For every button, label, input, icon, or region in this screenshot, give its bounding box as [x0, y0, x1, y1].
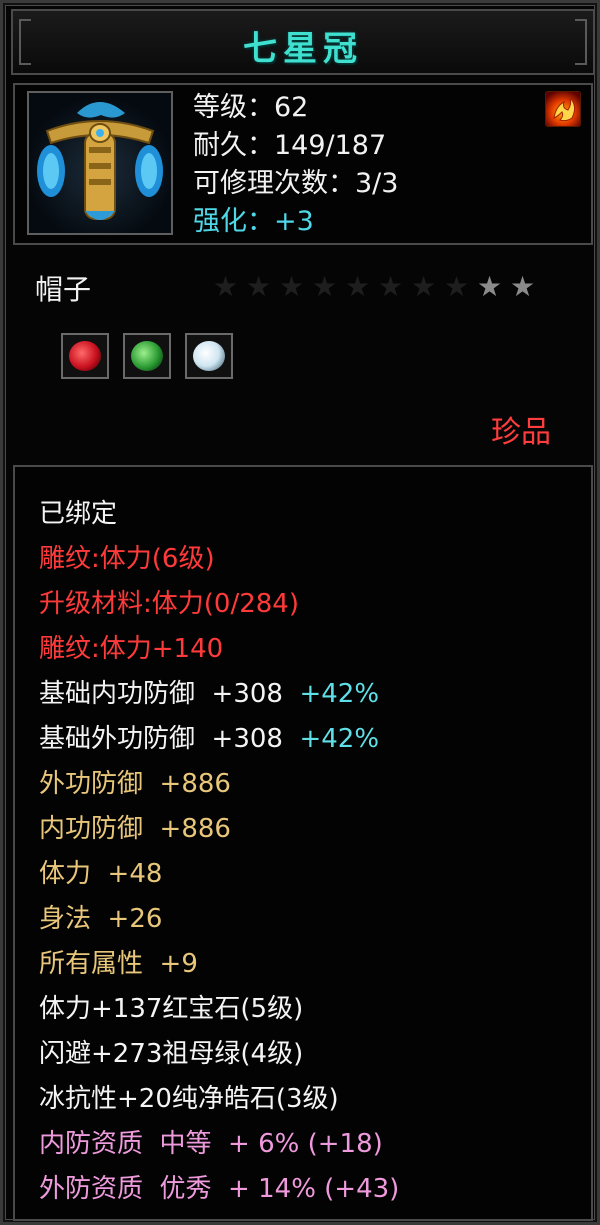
- base-attr-label: 基础外功防御 +308: [39, 724, 283, 754]
- level-text: 等级：62: [193, 92, 309, 123]
- base-attr-row: 基础内功防御 +308 +42%: [39, 677, 379, 711]
- star-empty-icon: ★: [345, 270, 371, 303]
- gem-attr: 冰抗性+20纯净皓石(3级): [39, 1084, 339, 1114]
- diamond-gem-icon: [185, 333, 233, 379]
- bonus-attr: 体力 +48: [39, 859, 163, 889]
- star-empty-icon: ★: [279, 270, 305, 303]
- item-tooltip: 七星冠 等级：62 耐久：149/187 可修理次数：3/3 强化：+3 帽子 …: [0, 0, 600, 1225]
- ruby-gem-icon: [61, 333, 109, 379]
- gem-attr: 体力+137红宝石(5级): [39, 994, 304, 1024]
- flame-icon: [545, 91, 581, 127]
- attribute-panel: 已绑定 雕纹:体力(6级) 升级材料:体力(0/284) 雕纹:体力+140 基…: [13, 465, 593, 1221]
- item-header: 等级：62 耐久：149/187 可修理次数：3/3 强化：+3: [13, 83, 593, 245]
- base-attr-label: 基础内功防御 +308: [39, 679, 283, 709]
- base-attr-bonus: +42%: [299, 724, 380, 754]
- item-stats: 等级：62 耐久：149/187 可修理次数：3/3 强化：+3: [193, 89, 398, 241]
- base-attr-bonus: +42%: [299, 679, 380, 709]
- star-empty-icon: ★: [246, 270, 272, 303]
- durability-text: 耐久：149/187: [193, 130, 387, 161]
- bonus-attr: 所有属性 +9: [39, 949, 198, 979]
- star-rating: ★ ★ ★ ★ ★ ★ ★ ★ ★ ★: [213, 271, 543, 303]
- item-title: 七星冠: [243, 29, 363, 69]
- title-bar: 七星冠: [11, 9, 595, 75]
- title-decoration-right: [575, 19, 587, 65]
- bound-status: 已绑定: [39, 499, 118, 529]
- bonus-attr: 内功防御 +886: [39, 814, 231, 844]
- star-empty-icon: ★: [444, 270, 470, 303]
- engrave-level: 雕纹:体力(6级): [39, 544, 215, 574]
- base-attr-row: 基础外功防御 +308 +42%: [39, 722, 379, 756]
- repair-count-text: 可修理次数：3/3: [193, 168, 399, 199]
- quality-attr: 内防资质 中等 + 6% (+18): [39, 1129, 383, 1159]
- item-type-label: 帽子: [35, 273, 92, 306]
- star-filled-icon: ★: [510, 270, 536, 303]
- emerald-gem-icon: [123, 333, 171, 379]
- star-empty-icon: ★: [213, 270, 239, 303]
- quality-attr: 外防资质 优秀 + 14% (+43): [39, 1174, 400, 1204]
- enhance-text: 强化：+3: [193, 206, 314, 237]
- star-empty-icon: ★: [312, 270, 338, 303]
- bonus-attr: 身法 +26: [39, 904, 163, 934]
- star-empty-icon: ★: [378, 270, 404, 303]
- gem-attr: 闪避+273祖母绿(4级): [39, 1039, 304, 1069]
- rarity-label: 珍品: [491, 415, 551, 450]
- upgrade-material: 升级材料:体力(0/284): [39, 589, 299, 619]
- engrave-bonus: 雕纹:体力+140: [39, 634, 224, 664]
- bonus-attr: 外功防御 +886: [39, 769, 231, 799]
- blue-winged-crown-icon: [27, 91, 173, 235]
- star-filled-icon: ★: [477, 270, 503, 303]
- star-empty-icon: ★: [411, 270, 437, 303]
